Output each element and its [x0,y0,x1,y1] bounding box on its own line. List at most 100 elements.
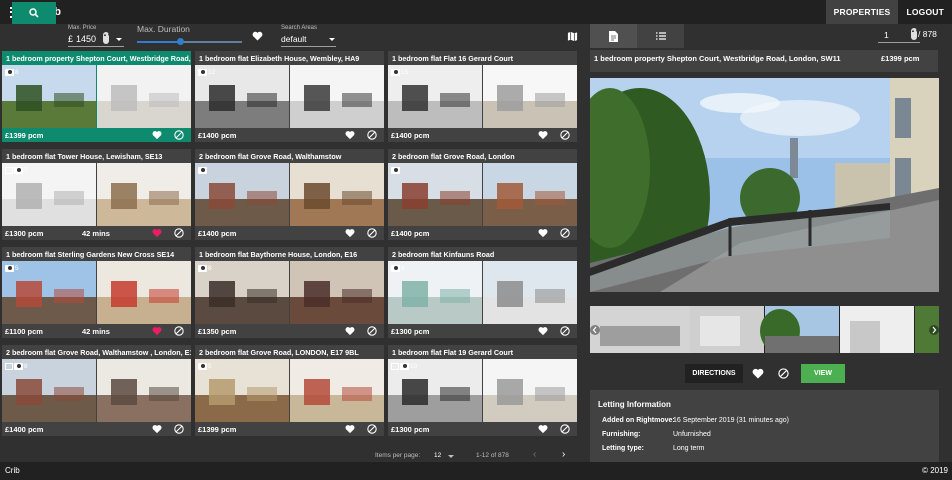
added-label: Added on Rightmove: [602,417,675,424]
listing-photo[interactable] [483,359,577,422]
footer: Crib © 2019 [0,462,952,480]
favorite-heart-icon[interactable] [152,424,162,434]
areas-dropdown-arrow-icon[interactable] [329,38,335,41]
prev-page-icon[interactable]: ‹ [533,449,536,460]
price-dropdown-arrow-icon[interactable] [116,38,122,41]
listing-photo[interactable] [195,163,289,226]
max-price-input[interactable]: 1450 [76,34,100,44]
detail-hide-block-icon[interactable] [778,368,789,379]
detail-page-stepper[interactable]: ▲▼ [911,28,919,40]
hide-listing-block-icon[interactable] [560,228,570,238]
items-per-page-arrow-icon[interactable] [448,455,454,458]
view-button[interactable]: VIEW [801,364,845,383]
listing-photo[interactable] [97,261,191,324]
favorite-heart-icon[interactable] [345,326,355,336]
next-page-icon[interactable]: › [562,449,565,460]
thumbnail-next-button[interactable] [929,325,939,335]
listing-title[interactable]: 2 bedroom flat Grove Road, LONDON, E17 9… [199,348,384,357]
hide-listing-block-icon[interactable] [367,228,377,238]
listing-title[interactable]: 1 bedroom property Shepton Court, Westbr… [6,54,191,63]
listing-title[interactable]: 1 bedroom flat Sterling Gardens New Cros… [6,250,191,259]
hide-listing-block-icon[interactable] [560,130,570,140]
detail-favorite-heart-icon[interactable] [752,368,764,379]
photo-count-badge: 5 [198,362,212,370]
listing-card[interactable]: 1 bedroom flat Elizabeth House, Wembley,… [195,51,384,142]
hide-listing-block-icon[interactable] [560,424,570,434]
listing-card[interactable]: 1 bedroom flat Tower House, Lewisham, SE… [2,149,191,240]
map-icon[interactable] [567,31,578,42]
travel-time: 42 mins [82,229,110,238]
hide-listing-block-icon[interactable] [367,130,377,140]
listing-card[interactable]: 2 bedroom flat Grove Road, Walthamstow £1… [195,149,384,240]
favorite-heart-icon[interactable] [538,228,548,238]
listing-photo[interactable] [97,163,191,226]
listing-photo[interactable] [290,163,384,226]
listing-card[interactable]: 2 bedroom flat Grove Road, London £1400 p… [388,149,577,240]
thumbnail-prev-button[interactable] [590,325,600,335]
listing-card[interactable]: 2 bedroom flat Grove Road, LONDON, E17 9… [195,345,384,436]
listing-card[interactable]: 1 bedroom flat Flat 16 Gerard Court 15 £14… [388,51,577,142]
search-areas-label: Search Areas [281,25,318,31]
favorite-heart-icon[interactable] [345,130,355,140]
listing-title[interactable]: 2 bedroom flat Grove Road, London [392,152,577,161]
detail-title: 1 bedroom property Shepton Court, Westbr… [594,54,841,63]
nav-properties-button[interactable]: PROPERTIES [825,0,899,24]
favorites-filter-heart-icon[interactable] [252,31,263,41]
hide-listing-block-icon[interactable] [560,326,570,336]
detail-main-photo[interactable] [590,78,939,292]
listing-title[interactable]: 1 bedroom flat Baythorne House, London, … [199,250,384,259]
items-per-page-select[interactable]: 12 [434,452,441,459]
listing-card[interactable]: 1 bedroom flat Sterling Gardens New Cros… [2,247,191,338]
listing-photo[interactable] [388,163,482,226]
favorite-heart-icon[interactable] [152,326,162,336]
tab-details[interactable] [590,24,637,48]
directions-button[interactable]: DIRECTIONS [685,364,743,383]
photo-count: 8 [24,362,28,370]
camera-icon [198,68,207,76]
listing-photo[interactable] [97,359,191,422]
listing-title[interactable]: 2 bedroom flat Kinfauns Road [392,250,577,259]
hide-listing-block-icon[interactable] [174,326,184,336]
camera-icon [5,68,14,76]
photo-count-badge [391,166,401,174]
favorite-heart-icon[interactable] [345,228,355,238]
listing-title[interactable]: 1 bedroom flat Elizabeth House, Wembley,… [199,54,384,63]
price-stepper[interactable]: ▲▼ [103,32,111,44]
hide-listing-block-icon[interactable] [367,424,377,434]
hide-listing-block-icon[interactable] [174,228,184,238]
favorite-heart-icon[interactable] [152,130,162,140]
hide-listing-block-icon[interactable] [174,130,184,140]
nav-logout-button[interactable]: LOGOUT [898,0,952,24]
listing-title[interactable]: 1 bedroom flat Tower House, Lewisham, SE… [6,152,191,161]
listing-title[interactable]: 2 bedroom flat Grove Road, Walthamstow ,… [6,348,191,357]
photo-count-badge: 7 [5,166,28,174]
listing-photo[interactable] [483,261,577,324]
listing-price: £1100 pcm [5,327,43,336]
favorite-heart-icon[interactable] [538,424,548,434]
favorite-heart-icon[interactable] [345,424,355,434]
listing-photo[interactable] [97,65,191,128]
listing-card[interactable]: 2 bedroom flat Grove Road, Walthamstow ,… [2,345,191,436]
listing-title[interactable]: 1 bedroom flat Flat 16 Gerard Court [392,54,577,63]
listing-card[interactable]: 1 bedroom flat Baythorne House, London, … [195,247,384,338]
listing-photo[interactable] [290,359,384,422]
favorite-heart-icon[interactable] [538,326,548,336]
listing-photo[interactable] [290,65,384,128]
favorite-heart-icon[interactable] [152,228,162,238]
camera-icon [198,264,207,272]
listing-photo[interactable] [290,261,384,324]
tab-list[interactable] [637,24,684,48]
listing-photo[interactable] [483,163,577,226]
search-areas-select[interactable]: default [281,34,307,44]
listing-card[interactable]: 2 bedroom flat Kinfauns Road 9 £1300 pcm [388,247,577,338]
search-button[interactable] [12,2,56,24]
listing-title[interactable]: 2 bedroom flat Grove Road, Walthamstow [199,152,384,161]
favorite-heart-icon[interactable] [538,130,548,140]
hide-listing-block-icon[interactable] [174,424,184,434]
hide-listing-block-icon[interactable] [367,326,377,336]
listing-title[interactable]: 1 bedroom flat Flat 19 Gerard Court [392,348,577,357]
listing-photo[interactable] [483,65,577,128]
listing-card[interactable]: 1 bedroom flat Flat 19 Gerard Court 10 £13… [388,345,577,436]
duration-slider-thumb[interactable] [176,38,184,45]
listing-card[interactable]: 1 bedroom property Shepton Court, Westbr… [2,51,191,142]
